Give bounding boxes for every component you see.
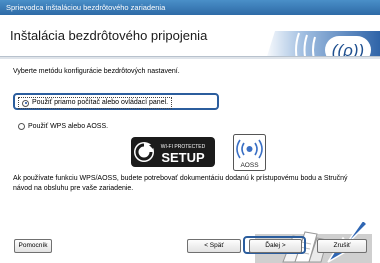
radio-button-icon[interactable] [22, 99, 29, 107]
aoss-logo-text: AOSS [240, 162, 259, 169]
next-button[interactable]: Ďalej > [249, 239, 302, 253]
option-wps-label[interactable]: Použiť WPS alebo AOSS. [28, 123, 108, 130]
radio-option-direct[interactable]: Použiť priamo počítač alebo ovládací pan… [18, 97, 173, 109]
window-titlebar: Sprievodca inštaláciou bezdrôtového zari… [0, 0, 380, 15]
option-direct-label[interactable]: Použiť priamo počítač alebo ovládací pan… [32, 99, 168, 106]
wizard-window: Sprievodca inštaláciou bezdrôtového zari… [0, 0, 380, 263]
aoss-logo: AOSS [233, 134, 266, 171]
radio-option-wps[interactable]: Použiť WPS alebo AOSS. [18, 122, 108, 131]
option-direct-highlight[interactable]: Použiť priamo počítač alebo ovládací pan… [13, 93, 219, 110]
cancel-button[interactable]: Zrušiť [317, 239, 367, 253]
wps-info-text: Ak používate funkciu WPS/AOSS, budete po… [13, 175, 348, 192]
wifi-protected-setup-logo: WI-FI PROTECTED SETUP [131, 137, 215, 167]
page-title: Inštalácia bezdrôtového pripojenia [10, 28, 208, 43]
wizard-content: Vyberte metódu konfigurácie bezdrôtových… [0, 59, 380, 263]
wps-logo-main-text: SETUP [161, 150, 205, 165]
radio-button-icon[interactable] [18, 123, 25, 130]
wizard-header: Inštalácia bezdrôtového pripojenia ((ρ)) [0, 15, 380, 69]
help-button[interactable]: Pomocník [14, 239, 52, 253]
instruction-text: Vyberte metódu konfigurácie bezdrôtových… [13, 68, 180, 75]
back-button[interactable]: < Späť [187, 239, 241, 253]
window-title: Sprievodca inštaláciou bezdrôtového zari… [6, 3, 166, 12]
